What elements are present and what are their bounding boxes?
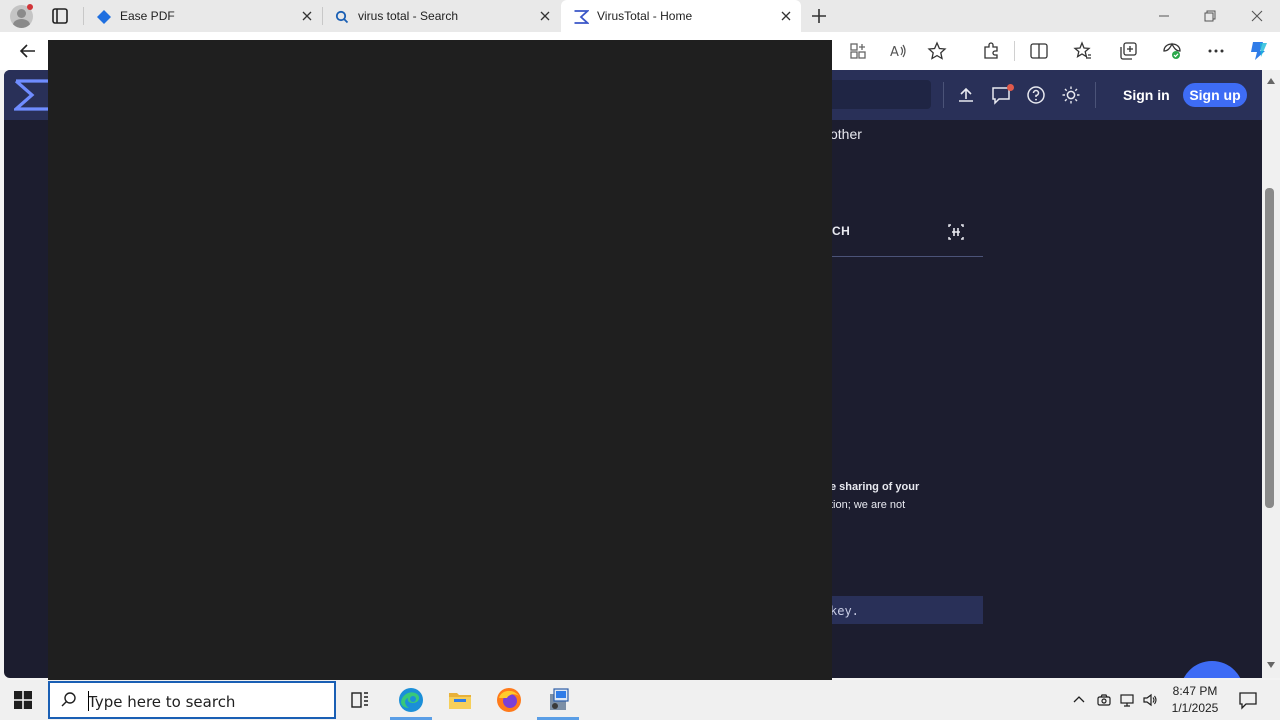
tab-search-fragment[interactable]: CH	[832, 224, 850, 238]
close-window-icon[interactable]	[1249, 8, 1265, 24]
close-icon[interactable]	[779, 9, 793, 23]
api-key-text-fragment: key.	[830, 604, 859, 618]
task-view-icon[interactable]	[346, 686, 374, 714]
more-options-icon[interactable]	[1206, 41, 1226, 61]
virustotal-logo-icon	[574, 10, 589, 24]
scroll-down-arrow-icon[interactable]	[1266, 660, 1276, 670]
split-screen-icon[interactable]	[1029, 41, 1049, 61]
restore-icon[interactable]	[1202, 8, 1218, 24]
tab-title: VirusTotal - Home	[597, 9, 693, 23]
windows-start-icon[interactable]	[14, 691, 32, 709]
sign-up-button[interactable]: Sign up	[1183, 83, 1247, 107]
fingerprint-scan-icon[interactable]	[946, 222, 966, 242]
chat-support-button[interactable]	[1180, 661, 1244, 678]
tab-ease-pdf[interactable]: Ease PDF	[84, 0, 322, 32]
search-placeholder: Type here to search	[88, 693, 236, 711]
extensions-puzzle-icon[interactable]	[981, 41, 1001, 61]
tab-virus-total-search[interactable]: virus total - Search	[322, 0, 560, 32]
firefox-icon[interactable]	[495, 686, 523, 714]
taskbar-search-box[interactable]: Type here to search	[48, 681, 336, 719]
close-icon[interactable]	[300, 9, 314, 23]
header-separator	[943, 82, 944, 108]
toolbar-separator	[1014, 41, 1015, 61]
volume-icon[interactable]	[1142, 692, 1158, 708]
file-explorer-icon[interactable]	[446, 686, 474, 714]
scroll-up-arrow-icon[interactable]	[1266, 76, 1276, 86]
page-scrollbar[interactable]	[1262, 70, 1280, 678]
notification-center-icon[interactable]	[1238, 690, 1258, 710]
tab-title: virus total - Search	[358, 9, 459, 23]
favorite-star-icon[interactable]	[927, 41, 947, 61]
back-arrow-icon[interactable]	[18, 41, 38, 61]
installer-app-icon[interactable]	[544, 686, 572, 714]
notification-dot	[1007, 84, 1014, 91]
collections-icon[interactable]	[1118, 41, 1138, 61]
theme-sun-icon[interactable]	[1061, 85, 1081, 105]
browser-essentials-icon[interactable]	[1162, 41, 1182, 61]
tab-virustotal-home[interactable]: VirusTotal - Home	[561, 0, 801, 32]
new-tab-plus-icon[interactable]	[810, 7, 828, 25]
network-icon[interactable]	[1119, 692, 1135, 708]
ease-pdf-diamond-icon	[97, 10, 111, 24]
text-caret	[88, 691, 89, 711]
browser-tab-strip: Ease PDF virus total - Search VirusTotal…	[0, 0, 1280, 32]
favorites-icon[interactable]	[1073, 41, 1093, 61]
read-aloud-icon[interactable]: A	[888, 41, 908, 61]
close-icon[interactable]	[538, 9, 552, 23]
edge-browser-icon[interactable]	[397, 686, 425, 714]
tab-underline	[830, 256, 983, 257]
meet-now-icon[interactable]	[1096, 692, 1112, 708]
app-available-icon[interactable]	[848, 41, 868, 61]
terms-text-fragment: e sharing of your	[830, 481, 920, 493]
svg-text:A: A	[890, 45, 899, 60]
clock-time: 8:47 PM	[1172, 684, 1218, 698]
copilot-icon[interactable]	[1247, 39, 1271, 63]
tab-actions-icon[interactable]	[50, 7, 70, 25]
upload-icon[interactable]	[956, 85, 976, 105]
search-icon	[61, 692, 76, 707]
scrollbar-thumb[interactable]	[1265, 188, 1274, 508]
minimize-icon[interactable]	[1156, 8, 1172, 24]
profile-notification-dot	[27, 4, 33, 10]
sign-in-link[interactable]: Sign in	[1123, 87, 1170, 103]
terms-text-fragment: tion; we are not	[830, 499, 906, 511]
search-input[interactable]	[824, 80, 931, 109]
system-clock[interactable]: 8:47 PM 1/1/2025	[1166, 683, 1224, 717]
chevron-up-icon[interactable]	[1071, 692, 1087, 708]
header-separator	[1095, 82, 1096, 108]
intro-text-fragment: other	[830, 126, 862, 142]
search-icon	[335, 10, 349, 24]
dark-overlay-panel	[48, 40, 832, 680]
windows-taskbar: Type here to search 8:47 PM 1/1/2025	[0, 680, 1280, 720]
tab-title: Ease PDF	[120, 9, 175, 23]
virustotal-logo-icon[interactable]	[14, 77, 50, 113]
clock-date: 1/1/2025	[1171, 701, 1219, 715]
help-icon[interactable]	[1026, 85, 1046, 105]
